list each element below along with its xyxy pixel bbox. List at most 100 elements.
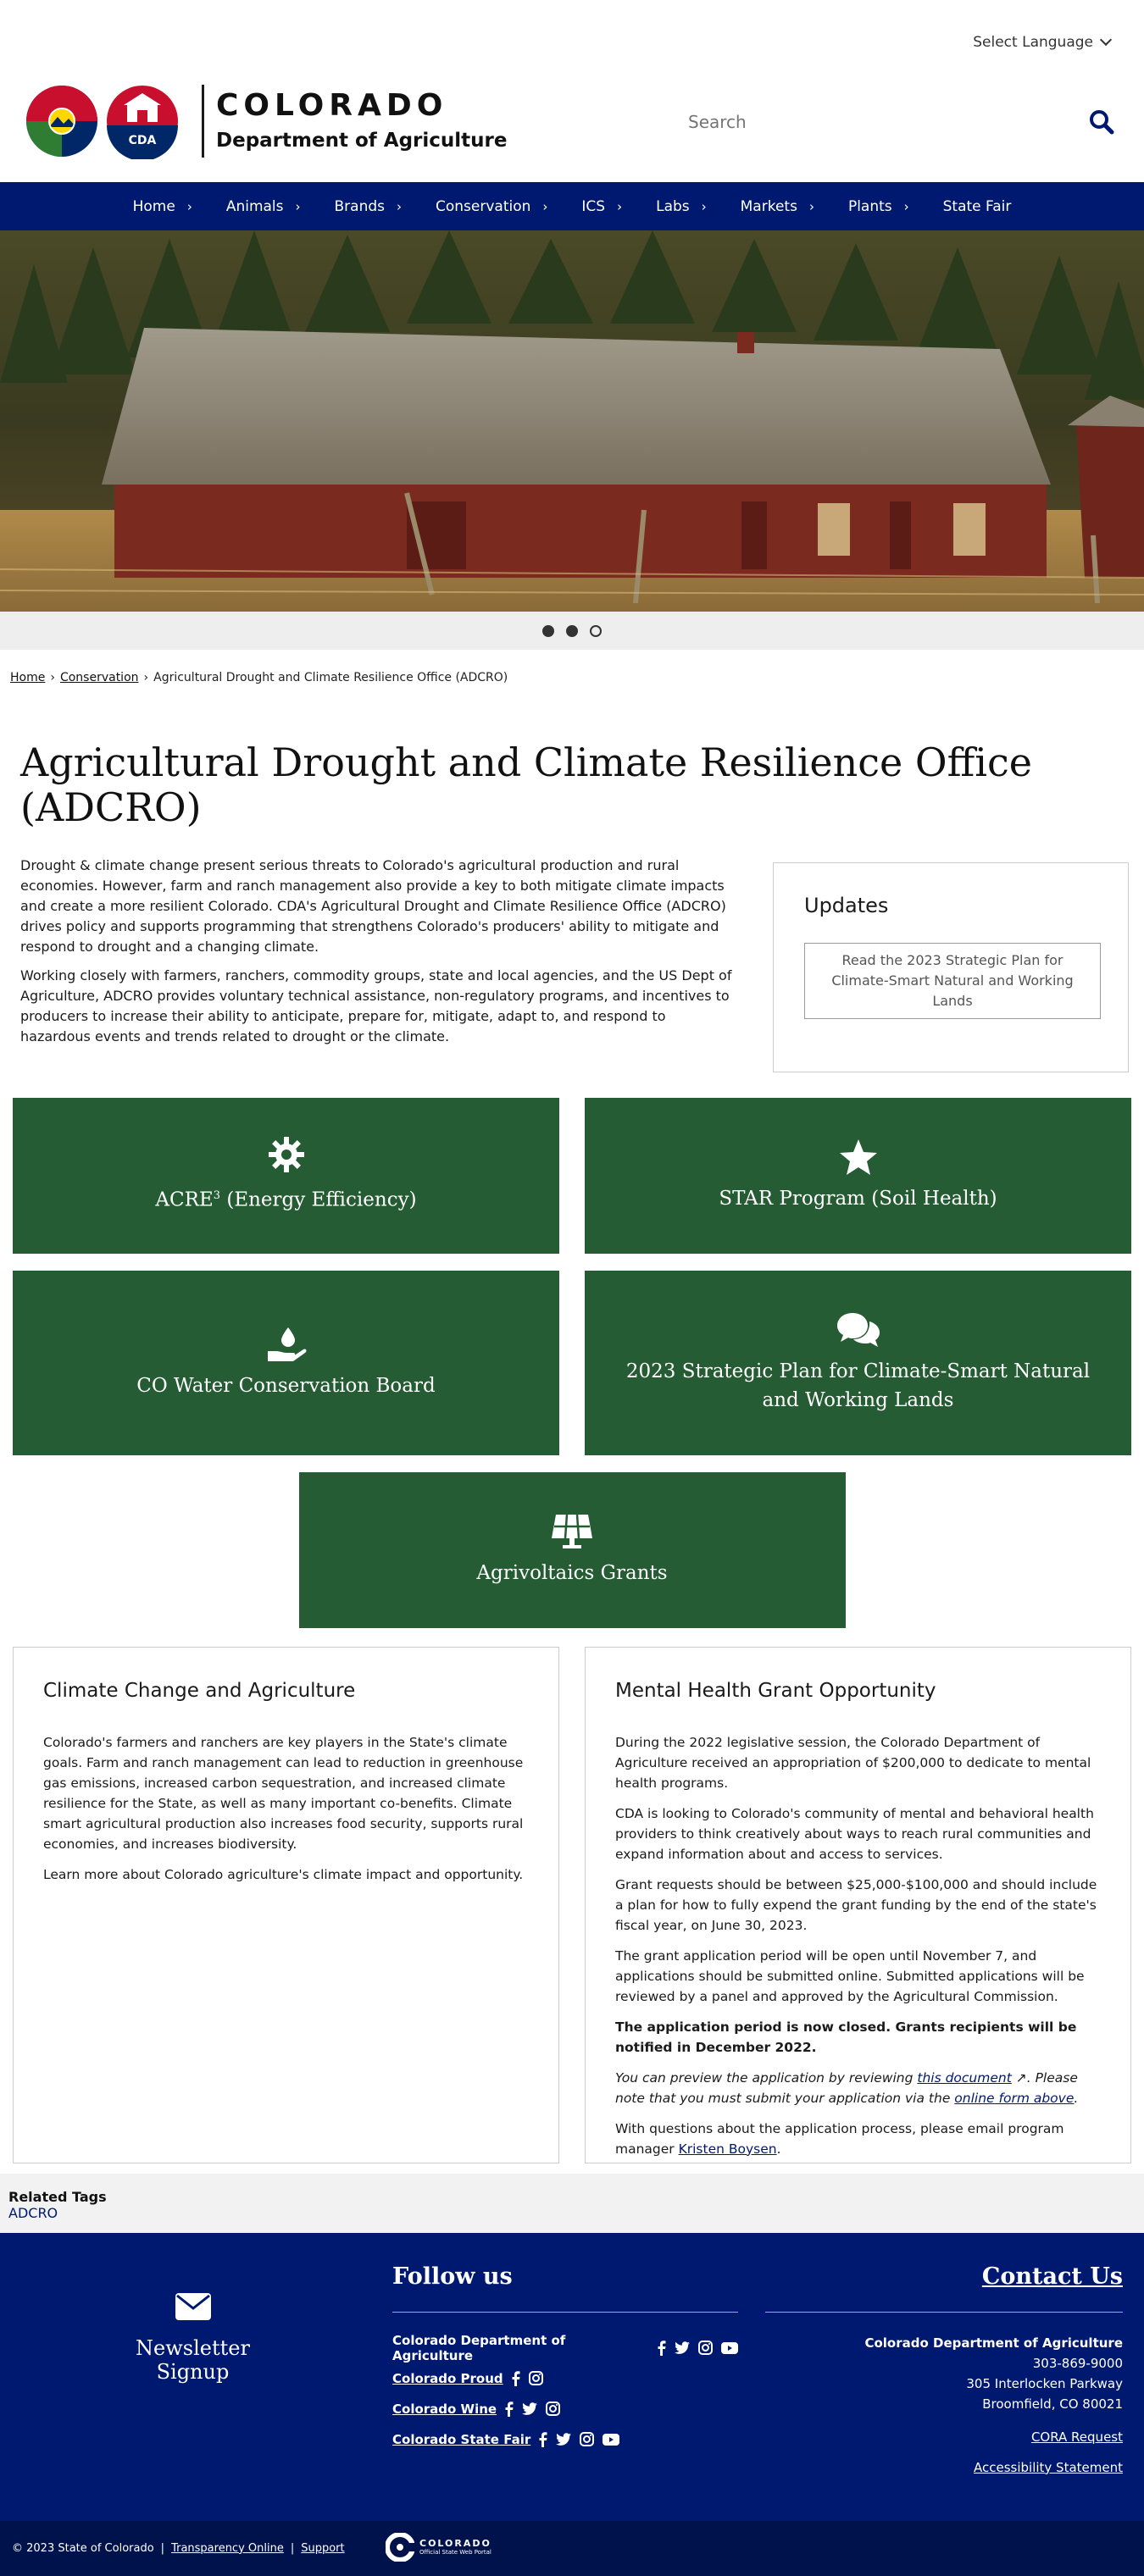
breadcrumb-conservation[interactable]: Conservation bbox=[60, 671, 139, 684]
acre-suffix: (Energy Efficiency) bbox=[220, 1189, 417, 1212]
external-link-icon: ↗ bbox=[1011, 2069, 1027, 2086]
newsletter-signup[interactable]: Newsletter Signup bbox=[97, 2292, 288, 2384]
chevron-down-icon bbox=[1099, 33, 1113, 47]
chevron-right-icon: › bbox=[617, 198, 623, 214]
facebook-icon[interactable] bbox=[658, 2341, 666, 2356]
mental-card-paragraph: CDA is looking to Colorado's community o… bbox=[615, 1805, 1094, 1862]
facebook-icon[interactable] bbox=[539, 2432, 547, 2447]
chevron-right-icon: › bbox=[186, 198, 192, 214]
twitter-icon[interactable] bbox=[675, 2341, 690, 2355]
info-cards: Climate Change and Agriculture Colorado'… bbox=[0, 1646, 1144, 2163]
instagram-icon[interactable] bbox=[528, 2371, 543, 2386]
contact-heading[interactable]: Contact Us bbox=[765, 2263, 1123, 2313]
breadcrumb-separator: › bbox=[50, 671, 55, 684]
nav-item-state-fair[interactable]: State Fair bbox=[926, 198, 1029, 215]
related-tags: Related Tags ADCRO bbox=[0, 2173, 1144, 2233]
search-input[interactable] bbox=[678, 112, 1085, 132]
climate-card-paragraph: Learn more about Colorado agriculture's … bbox=[43, 1866, 524, 1882]
language-select[interactable]: Select Language bbox=[973, 33, 1113, 51]
colorado-c-icon bbox=[386, 2532, 414, 2562]
nav-item-animals[interactable]: Animals › bbox=[209, 198, 318, 215]
chevron-right-icon: › bbox=[701, 198, 707, 214]
youtube-icon[interactable] bbox=[721, 2341, 738, 2354]
nav-label: Animals bbox=[225, 197, 284, 215]
nav-item-home[interactable]: Home › bbox=[116, 198, 209, 215]
separator: | bbox=[290, 2541, 295, 2555]
tile-acre-label: ACRE3 (Energy Efficiency) bbox=[130, 1182, 441, 1215]
comments-icon bbox=[836, 1312, 880, 1347]
breadcrumb-home[interactable]: Home bbox=[10, 671, 45, 684]
climate-card-paragraph: Colorado's farmers and ranchers are key … bbox=[43, 1734, 524, 1852]
nav-item-plants[interactable]: Plants › bbox=[831, 198, 926, 215]
tile-star-program[interactable]: STAR Program (Soil Health) bbox=[585, 1097, 1131, 1254]
envelope-icon bbox=[175, 2292, 211, 2320]
follow-row-cda: Colorado Department of Agriculture bbox=[392, 2333, 738, 2363]
brand-title: COLORADO bbox=[216, 88, 448, 123]
follow-name-link[interactable]: Colorado State Fair bbox=[392, 2432, 530, 2447]
youtube-icon[interactable] bbox=[603, 2433, 620, 2446]
contact-phone: 303-869-9000 bbox=[1032, 2355, 1123, 2371]
contact-address-line-1: 305 Interlocken Parkway bbox=[966, 2375, 1123, 2391]
follow-name-link[interactable]: Colorado Proud bbox=[392, 2371, 503, 2386]
contact-us: Contact Us Colorado Department of Agricu… bbox=[765, 2263, 1123, 2475]
acre-name: ACRE bbox=[155, 1189, 214, 1212]
cora-request-link[interactable]: CORA Request bbox=[765, 2429, 1123, 2445]
carousel-dot-3[interactable] bbox=[590, 624, 602, 637]
this-document-link[interactable]: this document bbox=[917, 2070, 1011, 2086]
copyright: © 2023 State of Colorado bbox=[12, 2541, 154, 2555]
nav-item-ics[interactable]: ICS › bbox=[564, 198, 639, 215]
search-button[interactable] bbox=[1085, 105, 1119, 139]
twitter-icon[interactable] bbox=[556, 2433, 572, 2446]
tag-adcro[interactable]: ADCRO bbox=[8, 2205, 58, 2221]
program-tiles: ACRE3 (Energy Efficiency) STAR Program (… bbox=[0, 1097, 1144, 1455]
newsletter-label: Newsletter Signup bbox=[136, 2335, 250, 2384]
chevron-right-icon: › bbox=[397, 198, 402, 214]
twitter-icon[interactable] bbox=[522, 2402, 538, 2416]
nav-item-brands[interactable]: Brands › bbox=[318, 198, 419, 215]
strategic-plan-link[interactable]: Read the 2023 Strategic Plan for Climate… bbox=[804, 942, 1101, 1019]
state-portal-logo[interactable]: COLORADO Official State Web Portal bbox=[386, 2532, 491, 2562]
instagram-icon[interactable] bbox=[546, 2401, 561, 2417]
hero-image bbox=[0, 230, 1144, 612]
facebook-icon[interactable] bbox=[505, 2401, 514, 2417]
nav-label: Markets bbox=[740, 197, 797, 215]
support-link[interactable]: Support bbox=[301, 2542, 344, 2555]
intro-paragraph-1: Drought & climate change present serious… bbox=[20, 856, 726, 955]
accessibility-statement-link[interactable]: Accessibility Statement bbox=[765, 2460, 1123, 2475]
nav-item-labs[interactable]: Labs › bbox=[639, 198, 724, 215]
instagram-icon[interactable] bbox=[698, 2341, 713, 2356]
nav-label: ICS bbox=[581, 197, 606, 215]
follow-row-colorado-proud: Colorado Proud bbox=[392, 2363, 738, 2394]
kristen-boysen-link[interactable]: Kristen Boysen bbox=[679, 2141, 777, 2157]
follow-heading: Follow us bbox=[392, 2263, 738, 2313]
breadcrumb-separator: › bbox=[143, 671, 149, 684]
transparency-online-link[interactable]: Transparency Online bbox=[171, 2542, 284, 2555]
facebook-icon[interactable] bbox=[512, 2371, 520, 2386]
online-form-link[interactable]: online form above bbox=[954, 2091, 1074, 2106]
intro-section: Drought & climate change present serious… bbox=[0, 830, 1144, 1072]
text-fragment: . bbox=[776, 2141, 781, 2157]
mental-card-paragraph: You can preview the application by revie… bbox=[615, 2068, 1101, 2108]
instagram-icon[interactable] bbox=[580, 2432, 595, 2447]
carousel-dot-2[interactable] bbox=[566, 624, 578, 637]
chevron-right-icon: › bbox=[808, 198, 814, 214]
nav-item-conservation[interactable]: Conservation › bbox=[419, 198, 564, 215]
follow-row-colorado-wine: Colorado Wine bbox=[392, 2394, 738, 2424]
chevron-right-icon: › bbox=[903, 198, 909, 214]
site-logo[interactable]: CDA COLORADO Department of Agriculture bbox=[24, 83, 507, 159]
tile-strategic-plan[interactable]: 2023 Strategic Plan for Climate-Smart Na… bbox=[585, 1270, 1131, 1455]
contact-org: Colorado Department of Agriculture bbox=[864, 2335, 1123, 2351]
tile-plan-label: 2023 Strategic Plan for Climate-Smart Na… bbox=[625, 1360, 1091, 1411]
logo-badge-text: CDA bbox=[129, 134, 157, 147]
mental-card-paragraph: With questions about the application pro… bbox=[615, 2119, 1101, 2159]
contact-address-line-2: Broomfield, CO 80021 bbox=[982, 2396, 1123, 2412]
tile-acre[interactable]: ACRE3 (Energy Efficiency) bbox=[13, 1097, 559, 1254]
carousel-dot-1[interactable] bbox=[542, 624, 554, 637]
contact-heading-text: Contact Us bbox=[981, 2263, 1123, 2290]
search-bar bbox=[678, 102, 1119, 142]
nav-item-markets[interactable]: Markets › bbox=[724, 198, 831, 215]
tile-water-board[interactable]: CO Water Conservation Board bbox=[13, 1270, 559, 1455]
tile-agrivoltaics[interactable]: Agrivoltaics Grants bbox=[298, 1471, 846, 1628]
follow-name-link[interactable]: Colorado Wine bbox=[392, 2401, 497, 2417]
hand-water-drop-icon bbox=[267, 1327, 306, 1361]
